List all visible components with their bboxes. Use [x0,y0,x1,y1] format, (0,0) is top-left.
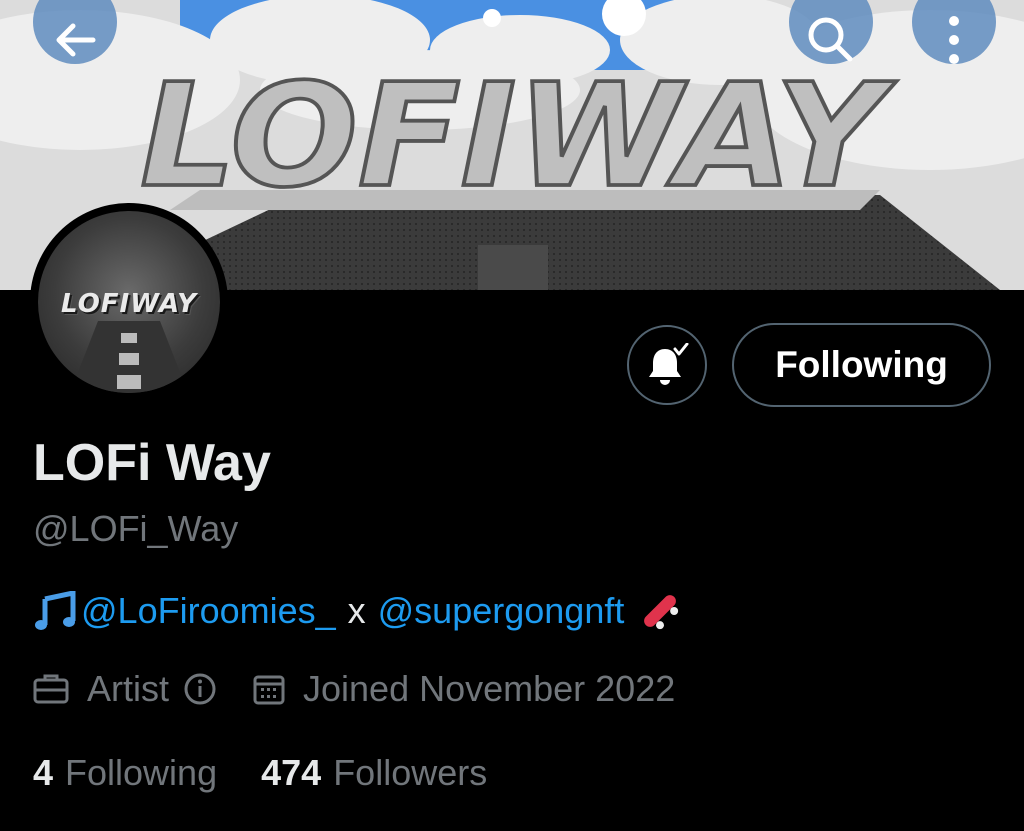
followers-stat[interactable]: 474 Followers [261,752,487,794]
following-button[interactable]: Following [732,323,991,407]
followers-label: Followers [333,752,488,793]
notifications-button[interactable] [627,325,707,405]
profile-stats: 4 Following 474 Followers [33,752,487,794]
search-icon [808,17,853,62]
profile-meta: Artist Joined November 2022 [33,668,675,710]
info-icon[interactable] [183,672,217,706]
avatar[interactable]: LOFIWAY [30,203,228,401]
bio-separator: x [347,590,366,631]
bell-check-icon [649,343,689,385]
profile-category: Artist [33,668,217,710]
avatar-image: LOFIWAY [38,211,220,393]
music-note-icon [35,591,76,630]
briefcase-icon [33,674,69,704]
category-label: Artist [87,668,170,709]
more-vertical-icon [949,16,959,64]
following-stat[interactable]: 4 Following [33,752,217,794]
profile-bio: @LoFiroomies_ x @supergongnft [33,587,684,635]
profile-joined: Joined November 2022 [253,668,675,710]
back-arrow-icon [56,23,96,57]
skateboard-icon [644,595,679,630]
followers-count: 474 [261,752,322,793]
bio-mention-lofiroomies[interactable]: @LoFiroomies_ [81,590,336,632]
following-label: Following [65,752,218,793]
bio-mention-supergongnft[interactable]: @supergongnft [378,590,625,632]
calendar-icon [253,675,285,705]
banner-logo-text: LOFIWAY [140,53,897,220]
profile-name: LOFi Way [33,434,271,492]
profile-handle: @LOFi_Way [33,508,239,549]
following-count: 4 [33,752,54,793]
avatar-logo-text: LOFIWAY [61,289,197,319]
joined-date: Joined November 2022 [303,668,676,709]
